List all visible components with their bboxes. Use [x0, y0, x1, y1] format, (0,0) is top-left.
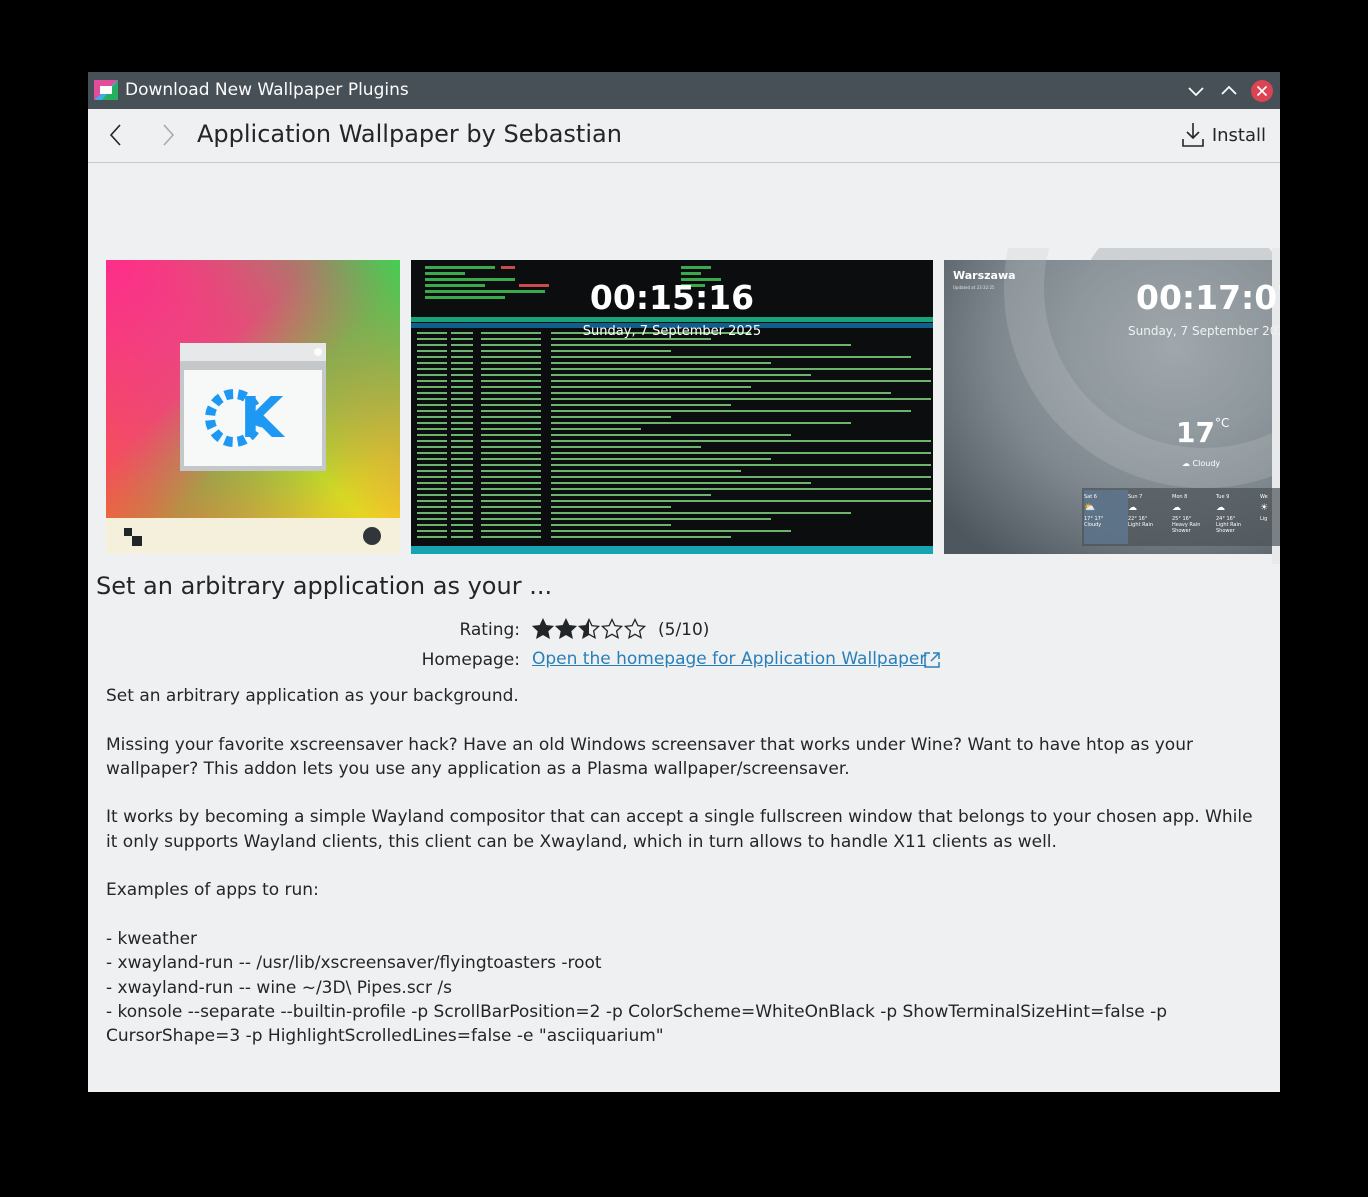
- forecast-desc: Lig: [1260, 516, 1268, 522]
- rating-label: Rating:: [459, 620, 520, 640]
- example-item: - xwayland-run -- /usr/lib/xscreensaver/…: [106, 953, 602, 974]
- forecast-desc: Light Rain Shower: [1216, 522, 1242, 534]
- rating-text: (5/10): [658, 620, 710, 640]
- chevron-up-icon: [1221, 85, 1237, 95]
- cloud-icon: ☁: [1182, 459, 1193, 468]
- sun-icon: ☀: [1260, 503, 1269, 513]
- window-title: Download New Wallpaper Plugins: [125, 80, 409, 100]
- install-label: Install: [1211, 124, 1266, 146]
- weather-updated: Updated at 23:32:25: [953, 285, 995, 290]
- forecast-day: Sun 7 ☁ 22° 16° Light Rain: [1128, 494, 1172, 534]
- screenshot-kde-logo[interactable]: K: [106, 260, 400, 554]
- forecast-day-label: Mon 8: [1172, 494, 1188, 500]
- weather-temp-unit: °C: [1214, 416, 1230, 430]
- close-button[interactable]: [1250, 79, 1274, 103]
- forecast-desc: Light Rain: [1128, 522, 1154, 528]
- forecast-day: We ☀ Lig: [1260, 494, 1280, 534]
- chevron-down-icon: [1188, 87, 1204, 97]
- forecast-desc: Cloudy: [1084, 522, 1102, 528]
- homepage-label: Homepage:: [421, 650, 520, 670]
- chevron-right-icon: [163, 124, 175, 146]
- description-paragraph: Missing your favorite xscreensaver hack?…: [106, 734, 1193, 779]
- screenshot-htop[interactable]: 00:15:16 Sunday, 7 September 2025: [411, 260, 933, 554]
- rating-stars: [532, 618, 646, 640]
- forecast-day-label: We: [1260, 494, 1268, 500]
- minimize-button[interactable]: [1184, 79, 1208, 103]
- star-icon: [555, 618, 577, 639]
- forecast-row: Sat 6 ⛅ 17° 17° Cloudy Sun 7 ☁ 22° 16° L…: [1084, 494, 1280, 534]
- install-button[interactable]: Install: [1182, 119, 1266, 151]
- chevron-left-icon: [109, 124, 121, 146]
- app-icon: [92, 78, 120, 102]
- star-icon: [578, 618, 600, 639]
- description: Set an arbitrary application as your bac…: [106, 684, 1266, 1048]
- star-icon: [532, 618, 554, 639]
- weather-temp: 17°C: [1176, 416, 1229, 449]
- screenshot-weather[interactable]: Warszawa Updated at 23:32:25 00:17:07 Su…: [944, 248, 1280, 564]
- rain-icon: ☁: [1216, 503, 1225, 513]
- rain-icon: ☁: [1172, 503, 1181, 513]
- app-window: Download New Wallpaper Plugins Applicati…: [88, 72, 1280, 1092]
- forecast-desc: Heavy Rain Shower: [1172, 522, 1201, 534]
- title-bar[interactable]: Download New Wallpaper Plugins: [88, 72, 1280, 109]
- example-item: - kweather: [106, 928, 198, 949]
- forecast-day-label: Sun 7: [1128, 494, 1143, 500]
- weather-condition-label: Cloudy: [1192, 459, 1221, 468]
- rain-icon: ☁: [1128, 503, 1137, 513]
- weather-clock: 00:17:07: [1136, 278, 1280, 317]
- weather-city: Warszawa: [953, 269, 1016, 282]
- header-toolbar: Application Wallpaper by Sebastian Insta…: [88, 109, 1280, 163]
- star-icon: [601, 618, 623, 639]
- example-item: - xwayland-run -- wine ~/3D\ Pipes.scr /…: [106, 977, 453, 998]
- page-title: Application Wallpaper by Sebastian: [197, 120, 622, 148]
- forecast-day: Mon 8 ☁ 25° 16° Heavy Rain Shower: [1172, 494, 1216, 534]
- forecast-day-label: Sat 6: [1084, 494, 1097, 500]
- homepage-link[interactable]: Open the homepage for Application Wallpa…: [532, 649, 926, 669]
- svg-text:K: K: [240, 386, 286, 451]
- weather-condition: ☁ Cloudy: [1182, 459, 1220, 468]
- screenshot-gallery[interactable]: K 00:15:16 Sunday, 7 September 2025 Wars…: [88, 248, 1280, 568]
- download-icon: [1182, 123, 1204, 147]
- description-paragraph: Set an arbitrary application as your bac…: [106, 686, 519, 706]
- htop-date: Sunday, 7 September 2025: [582, 324, 762, 339]
- maximize-button[interactable]: [1217, 79, 1241, 103]
- close-icon: [1251, 80, 1273, 102]
- external-link-icon[interactable]: [922, 650, 942, 670]
- description-paragraph: It works by becoming a simple Wayland co…: [106, 807, 1253, 852]
- forecast-day: Tue 9 ☁ 24° 16° Light Rain Shower: [1216, 494, 1260, 534]
- summary-heading: Set an arbitrary application as your ...: [96, 572, 553, 600]
- back-button[interactable]: [103, 122, 129, 148]
- sun-cloud-icon: ⛅: [1084, 503, 1096, 513]
- weather-date: Sunday, 7 September 2025: [1128, 324, 1280, 338]
- forward-button[interactable]: [155, 122, 181, 148]
- star-icon: [624, 618, 646, 639]
- forecast-day: Sat 6 ⛅ 17° 17° Cloudy: [1084, 494, 1128, 534]
- example-item: - konsole --separate --builtin-profile -…: [106, 1001, 1168, 1047]
- weather-temp-value: 17: [1176, 416, 1215, 449]
- description-paragraph: Examples of apps to run:: [106, 880, 319, 901]
- forecast-day-label: Tue 9: [1216, 494, 1230, 500]
- htop-clock: 00:15:16: [589, 278, 755, 317]
